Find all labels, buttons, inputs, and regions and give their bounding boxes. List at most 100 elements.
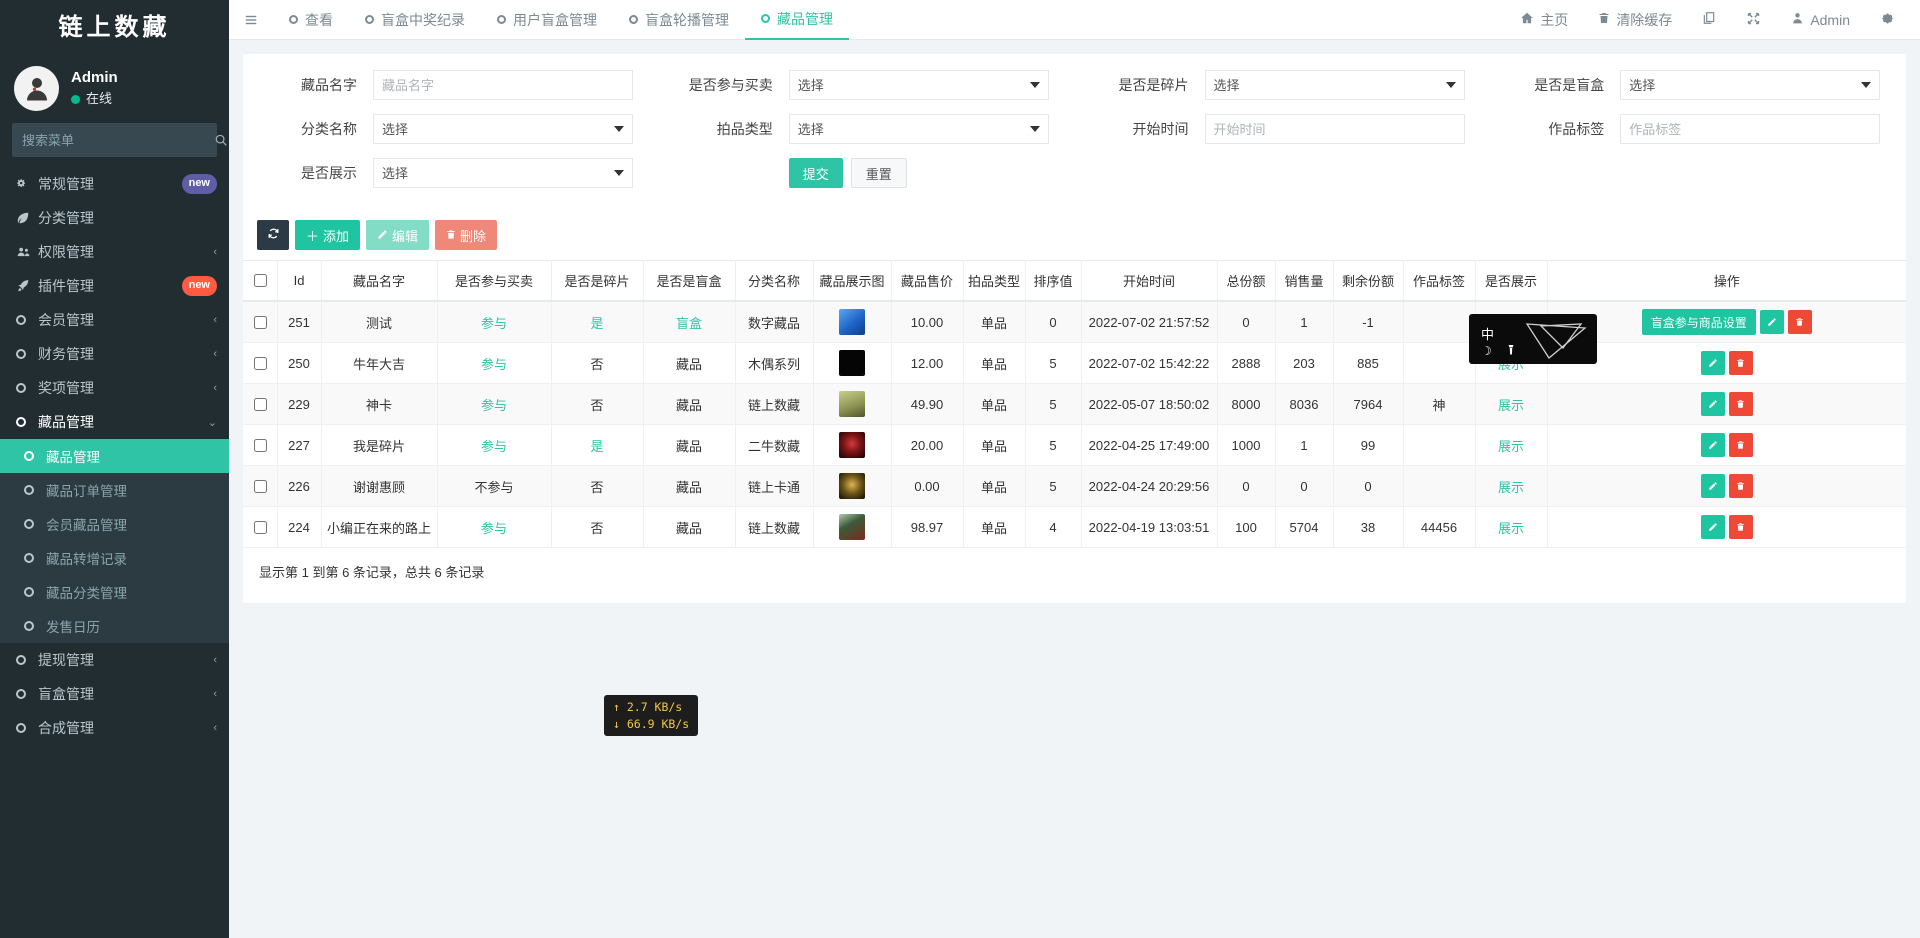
collection-thumbnail[interactable] — [839, 514, 865, 540]
tab-manghe-lunbo[interactable]: 盲盒轮播管理 — [613, 0, 745, 40]
row-edit-button[interactable] — [1701, 351, 1725, 375]
cell-thumb[interactable] — [813, 301, 891, 343]
table-row[interactable]: 224 小编正在来的路上 参与 否 藏品 链上数藏 98.97 单品 4 — [243, 507, 1906, 548]
tab-yonghu-manghe[interactable]: 用户盲盒管理 — [481, 0, 613, 40]
fullscreen-button[interactable] — [1731, 0, 1776, 40]
sidebar-item-caiwu[interactable]: 财务管理 ‹ — [0, 337, 229, 371]
row-delete-button[interactable] — [1729, 474, 1753, 498]
start-time-input[interactable] — [1205, 114, 1465, 144]
table-row[interactable]: 251 测试 参与 是 盲盒 数字藏品 10.00 单品 0 — [243, 301, 1906, 343]
row-edit-button[interactable] — [1701, 433, 1725, 457]
row-edit-button[interactable] — [1701, 474, 1725, 498]
collection-thumbnail[interactable] — [839, 391, 865, 417]
work-tag-input[interactable] — [1620, 114, 1880, 144]
sidebar-item-fenlei[interactable]: 分类管理 — [0, 201, 229, 235]
row-checkbox[interactable] — [254, 521, 267, 534]
sidebar-item-tixian[interactable]: 提现管理 ‹ — [0, 643, 229, 677]
row-checkbox[interactable] — [254, 439, 267, 452]
ime-popup[interactable]: 中 ☽ — [1469, 314, 1597, 364]
cell-thumb[interactable] — [813, 507, 891, 548]
cell-blindbox: 盲盒 — [643, 301, 735, 343]
fragment-select[interactable]: 选择 — [1205, 70, 1465, 100]
blindbox-select[interactable]: 选择 — [1620, 70, 1880, 100]
row-checkbox[interactable] — [254, 398, 267, 411]
sidebar-item-cangpin-fenlei[interactable]: 藏品分类管理 — [0, 575, 229, 609]
row-delete-button[interactable] — [1729, 433, 1753, 457]
copy-button[interactable] — [1687, 0, 1731, 40]
select-all-checkbox[interactable] — [254, 274, 267, 287]
col-fragment: 是否是碎片 — [551, 261, 643, 302]
row-edit-button[interactable] — [1701, 392, 1725, 416]
collection-thumbnail[interactable] — [839, 473, 865, 499]
category-select[interactable]: 选择 — [373, 114, 633, 144]
sidebar-item-fashou-rili[interactable]: 发售日历 — [0, 609, 229, 643]
filter-label: 是否是盲盒 — [1490, 75, 1620, 95]
row-delete-button[interactable] — [1729, 351, 1753, 375]
settings-button[interactable] — [1865, 0, 1910, 40]
cell-display[interactable]: 展示 — [1475, 466, 1547, 507]
collection-thumbnail[interactable] — [839, 432, 865, 458]
search-input[interactable] — [12, 124, 208, 156]
sidebar-item-hecheng[interactable]: 合成管理 ‹ — [0, 711, 229, 745]
cell-thumb[interactable] — [813, 343, 891, 384]
row-checkbox[interactable] — [254, 357, 267, 370]
auction-type-select[interactable]: 选择 — [789, 114, 1049, 144]
trade-select[interactable]: 选择 — [789, 70, 1049, 100]
moon-icon[interactable]: ☽ — [1481, 344, 1492, 358]
blindbox-product-settings-button[interactable]: 盲盒参与商品设置 — [1642, 309, 1756, 335]
table-row[interactable]: 250 牛年大吉 参与 否 藏品 木偶系列 12.00 单品 5 — [243, 343, 1906, 384]
account-button[interactable]: Admin — [1776, 0, 1865, 40]
cell-trade: 参与 — [437, 343, 551, 384]
table-row[interactable]: 229 神卡 参与 否 藏品 链上数藏 49.90 单品 5 — [243, 384, 1906, 425]
tab-manghe-zhongjiang[interactable]: 盲盒中奖纪录 — [349, 0, 481, 40]
sidebar-item-cangpin-dingdan[interactable]: 藏品订单管理 — [0, 473, 229, 507]
clear-cache-button[interactable]: 清除缓存 — [1583, 0, 1687, 40]
submit-button[interactable]: 提交 — [789, 158, 843, 188]
refresh-button[interactable] — [257, 220, 289, 250]
ime-mode-label[interactable]: 中 — [1481, 324, 1494, 343]
collection-thumbnail[interactable] — [839, 309, 865, 335]
home-button[interactable]: 主页 — [1505, 0, 1583, 40]
sidebar-item-cangpin-guanli[interactable]: 藏品管理 — [0, 439, 229, 473]
table-row[interactable]: 227 我是碎片 参与 是 藏品 二牛数藏 20.00 单品 5 — [243, 425, 1906, 466]
row-delete-button[interactable] — [1729, 515, 1753, 539]
edit-button[interactable]: 编辑 — [366, 220, 429, 250]
row-delete-button[interactable] — [1729, 392, 1753, 416]
row-checkbox[interactable] — [254, 480, 267, 493]
sidebar-item-manghe[interactable]: 盲盒管理 ‹ — [0, 677, 229, 711]
sidebar-item-cangpin-zhuanzeng[interactable]: 藏品转增记录 — [0, 541, 229, 575]
cell-display[interactable]: 展示 — [1475, 507, 1547, 548]
cell-start-time: 2022-04-19 13:03:51 — [1081, 507, 1217, 548]
delete-button[interactable]: 删除 — [435, 220, 497, 250]
sidebar-item-changgui[interactable]: 常规管理 new — [0, 167, 229, 201]
sidebar-item-quanxian[interactable]: 权限管理 ‹ — [0, 235, 229, 269]
display-select[interactable]: 选择 — [373, 158, 633, 188]
cell-thumb[interactable] — [813, 466, 891, 507]
cangpin-name-input[interactable] — [373, 70, 633, 100]
row-edit-button[interactable] — [1701, 515, 1725, 539]
search-icon[interactable] — [208, 123, 229, 157]
row-delete-button[interactable] — [1788, 310, 1812, 334]
menu-icon[interactable] — [229, 0, 273, 40]
row-edit-button[interactable] — [1760, 310, 1784, 334]
filter-label: 分类名称 — [243, 119, 373, 139]
sidebar-item-jiangxiang[interactable]: 奖项管理 ‹ — [0, 371, 229, 405]
sidebar-item-cangpin[interactable]: 藏品管理 ⌄ — [0, 405, 229, 439]
collection-thumbnail[interactable] — [839, 350, 865, 376]
sidebar-item-huiyuan[interactable]: 会员管理 ‹ — [0, 303, 229, 337]
tab-cangpin-guanli[interactable]: 藏品管理 — [745, 0, 849, 40]
cell-thumb[interactable] — [813, 425, 891, 466]
tab-chakan[interactable]: 查看 — [273, 0, 349, 40]
cell-thumb[interactable] — [813, 384, 891, 425]
table-row[interactable]: 226 谢谢惠顾 不参与 否 藏品 链上卡通 0.00 单品 5 — [243, 466, 1906, 507]
sidebar-search[interactable] — [12, 123, 217, 157]
cell-display[interactable]: 展示 — [1475, 425, 1547, 466]
cell-display[interactable]: 展示 — [1475, 384, 1547, 425]
wrench-icon[interactable] — [1505, 344, 1517, 359]
reset-button[interactable]: 重置 — [851, 158, 907, 188]
add-button[interactable]: ＋ 添加 — [295, 220, 360, 250]
sidebar-item-chajian[interactable]: 插件管理 new — [0, 269, 229, 303]
content-area: 藏品名字 是否参与买卖 选择 — [229, 40, 1920, 603]
row-checkbox[interactable] — [254, 316, 267, 329]
sidebar-item-huiyuan-cangpin[interactable]: 会员藏品管理 — [0, 507, 229, 541]
